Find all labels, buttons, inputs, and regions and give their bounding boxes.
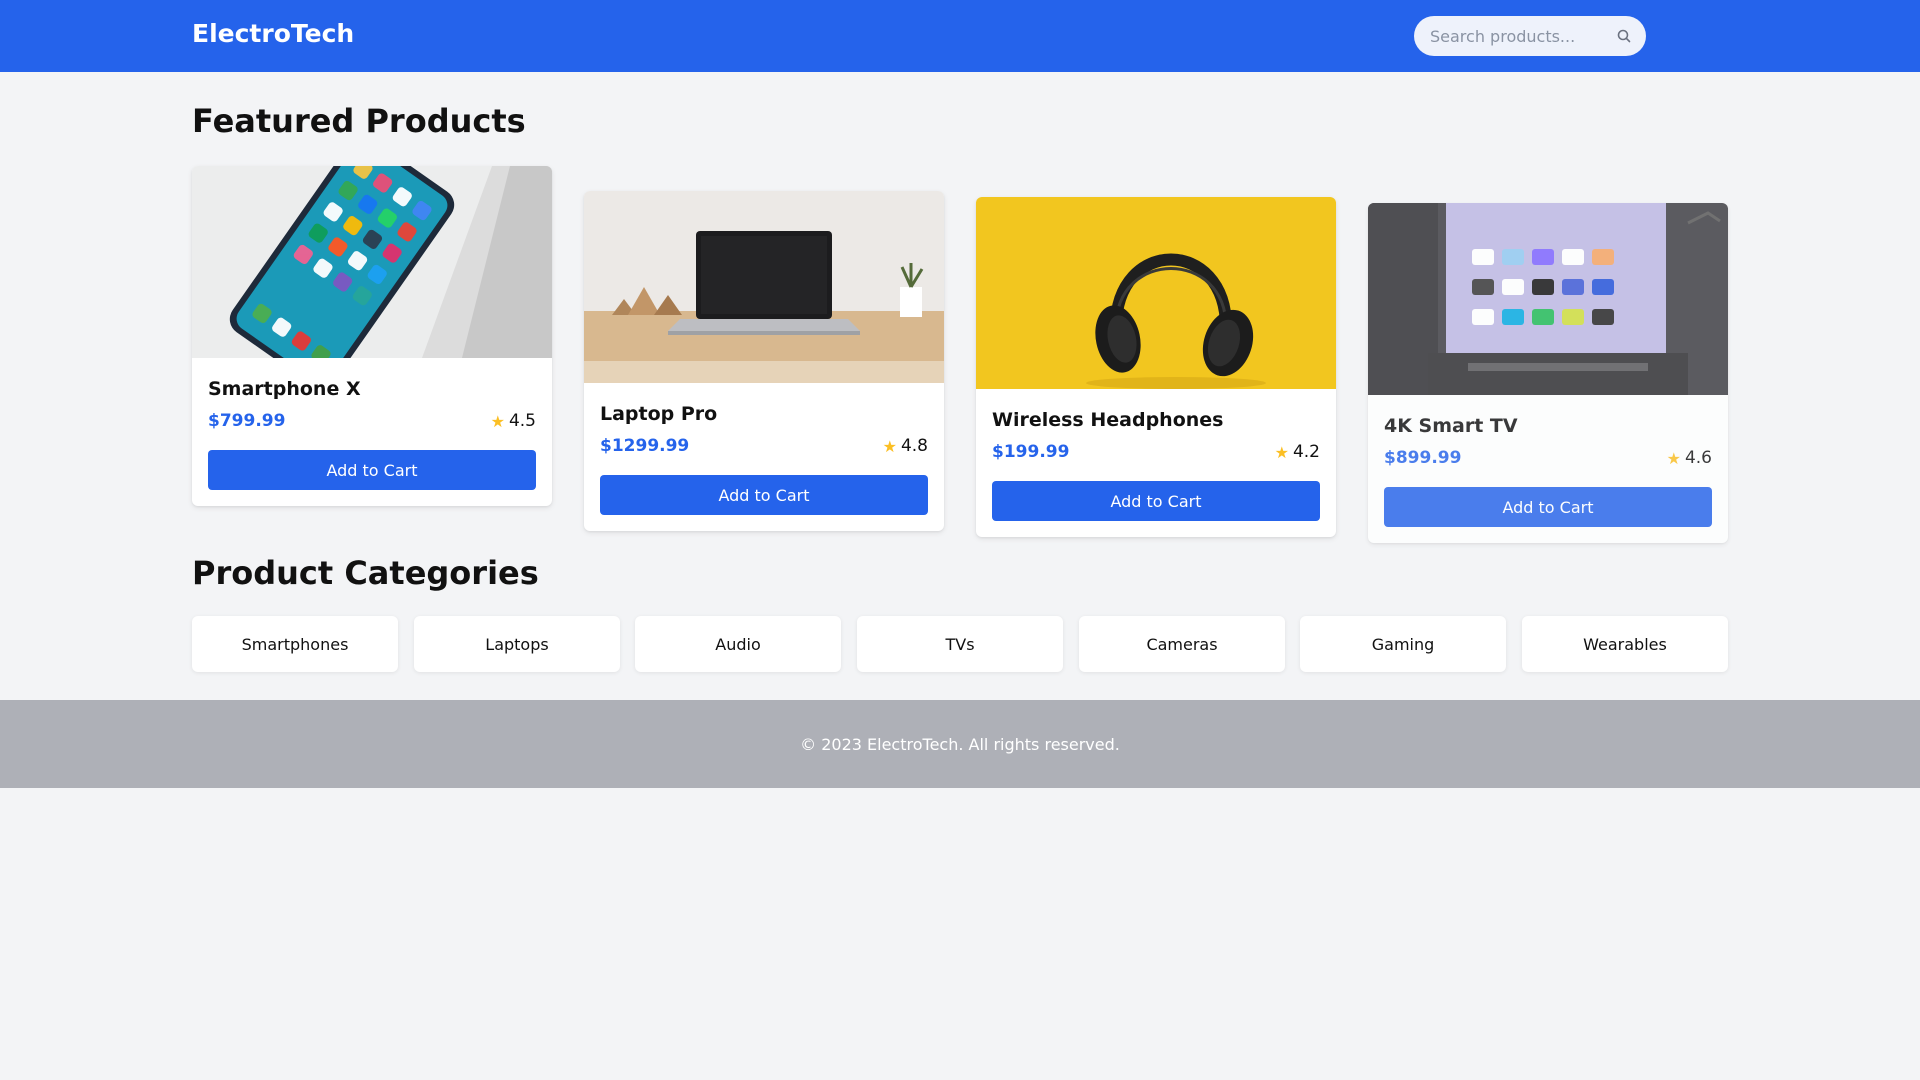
category-wearables[interactable]: Wearables: [1522, 616, 1728, 672]
add-to-cart-button[interactable]: Add to Cart: [600, 475, 928, 515]
product-name[interactable]: Laptop Pro: [600, 403, 717, 425]
product-price: $199.99: [992, 442, 1070, 462]
category-tvs[interactable]: TVs: [857, 616, 1063, 672]
product-price: $1299.99: [600, 436, 690, 456]
product-card[interactable]: Laptop Pro $1299.99 ★ 4.8 Add to Cart: [584, 191, 944, 531]
add-to-cart-button[interactable]: Add to Cart: [208, 450, 536, 490]
laptop-image[interactable]: [584, 191, 944, 383]
smartphone-image[interactable]: [192, 166, 552, 358]
site-header: ElectroTech: [0, 0, 1920, 72]
search-icon[interactable]: [1616, 28, 1632, 44]
product-rating: ★ 4.8: [883, 436, 928, 456]
category-gaming[interactable]: Gaming: [1300, 616, 1506, 672]
product-rating: ★ 4.5: [491, 411, 536, 431]
category-laptops[interactable]: Laptops: [414, 616, 620, 672]
product-price: $799.99: [208, 411, 286, 431]
headphones-image[interactable]: [976, 197, 1336, 389]
product-name[interactable]: Wireless Headphones: [992, 409, 1223, 431]
add-to-cart-button[interactable]: Add to Cart: [992, 481, 1320, 521]
rating-value: 4.2: [1292, 442, 1320, 462]
brand-logo[interactable]: ElectroTech: [192, 19, 354, 48]
product-price: $899.99: [1384, 448, 1462, 468]
product-categories-heading: Product Categories: [192, 554, 539, 592]
featured-products-heading: Featured Products: [192, 102, 526, 140]
rating-value: 4.6: [1684, 448, 1712, 468]
copyright-text: © 2023 ElectroTech. All rights reserved.: [800, 734, 1120, 754]
star-icon: ★: [882, 436, 897, 456]
category-audio[interactable]: Audio: [635, 616, 841, 672]
star-icon: ★: [1274, 442, 1289, 462]
search-input[interactable]: [1430, 16, 1610, 56]
product-name[interactable]: 4K Smart TV: [1384, 415, 1518, 437]
product-rating: ★ 4.6: [1667, 448, 1712, 468]
star-icon: ★: [1666, 448, 1681, 468]
smart-tv-image[interactable]: [1368, 203, 1728, 395]
category-smartphones[interactable]: Smartphones: [192, 616, 398, 672]
add-to-cart-button[interactable]: Add to Cart: [1384, 487, 1712, 527]
category-cameras[interactable]: Cameras: [1079, 616, 1285, 672]
product-card[interactable]: Smartphone X $799.99 ★ 4.5 Add to Cart: [192, 166, 552, 506]
product-rating: ★ 4.2: [1275, 442, 1320, 462]
site-footer: © 2023 ElectroTech. All rights reserved.: [0, 700, 1920, 788]
product-card[interactable]: 4K Smart TV $899.99 ★ 4.6 Add to Cart: [1368, 203, 1728, 543]
rating-value: 4.5: [508, 411, 536, 431]
search-box[interactable]: [1414, 16, 1646, 56]
rating-value: 4.8: [900, 436, 928, 456]
star-icon: ★: [490, 411, 505, 431]
product-name[interactable]: Smartphone X: [208, 378, 361, 400]
product-card[interactable]: Wireless Headphones $199.99 ★ 4.2 Add to…: [976, 197, 1336, 537]
